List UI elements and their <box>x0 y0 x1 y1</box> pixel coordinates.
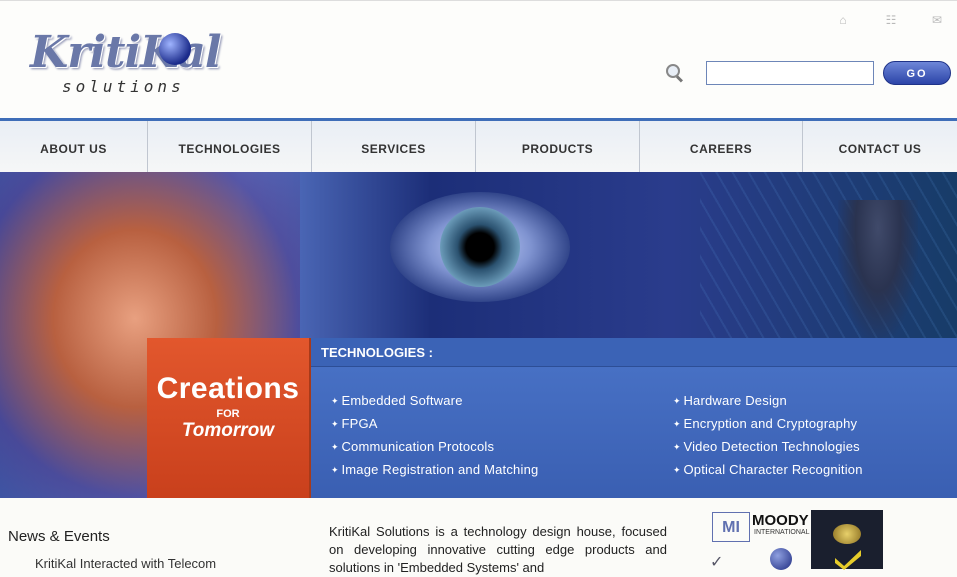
globe-icon <box>770 548 792 570</box>
hero-banner: Creations FOR Tomorrow TECHNOLOGIES : Em… <box>0 172 957 498</box>
creations-text: Creations <box>156 372 300 405</box>
logo-wordmark: KritiKal <box>30 27 222 78</box>
tech-link-ocr[interactable]: Optical Character Recognition <box>673 462 863 477</box>
site-header: KritiKal solutions ⌂ ☷ ✉ GO <box>0 0 957 119</box>
tech-link-communication-protocols[interactable]: Communication Protocols <box>331 439 494 454</box>
moody-subtitle: INTERNATIONAL <box>754 529 810 536</box>
nav-services[interactable]: SERVICES <box>312 121 476 174</box>
tech-link-video-detection[interactable]: Video Detection Technologies <box>673 439 860 454</box>
tick-icon <box>835 550 861 570</box>
tomorrow-text: Tomorrow <box>181 420 275 441</box>
tech-link-encryption[interactable]: Encryption and Cryptography <box>673 416 857 431</box>
creations-for-tomorrow-banner: Creations FOR Tomorrow <box>147 338 311 498</box>
news-events-heading: News & Events <box>8 528 110 545</box>
nav-products[interactable]: PRODUCTS <box>476 121 640 174</box>
technologies-title: TECHNOLOGIES : <box>321 345 433 360</box>
nav-contact-us[interactable]: CONTACT US <box>803 121 957 174</box>
technologies-panel: TECHNOLOGIES : Embedded Software FPGA Co… <box>311 338 957 498</box>
nav-careers[interactable]: CAREERS <box>640 121 803 174</box>
kritikal-logo[interactable]: KritiKal solutions <box>22 19 257 104</box>
logo-tagline: solutions <box>62 77 185 96</box>
crown-icon <box>833 524 861 544</box>
for-text: FOR <box>216 408 240 420</box>
tech-link-fpga[interactable]: FPGA <box>331 416 378 431</box>
moody-mark-icon: MI <box>712 512 750 542</box>
tech-link-hardware-design[interactable]: Hardware Design <box>673 393 787 408</box>
go-button[interactable]: GO <box>883 61 951 85</box>
tech-link-embedded-software[interactable]: Embedded Software <box>331 393 463 408</box>
checkmark-icon: ✓ <box>710 554 724 571</box>
moody-name: MOODY <box>752 512 809 529</box>
certification-logo[interactable]: ✓ <box>710 548 802 572</box>
search-icon <box>666 64 684 83</box>
hero-circuit-image <box>700 172 957 342</box>
globe-icon <box>159 33 191 65</box>
moody-international-logo[interactable]: MI MOODY INTERNATIONAL <box>712 510 810 544</box>
home-icon[interactable]: ⌂ <box>836 13 850 27</box>
sitemap-icon[interactable]: ☷ <box>884 13 898 27</box>
hero-figure-image <box>838 200 918 340</box>
main-nav: ABOUT US TECHNOLOGIES SERVICES PRODUCTS … <box>0 118 957 175</box>
search-input[interactable] <box>706 61 874 85</box>
nav-technologies[interactable]: TECHNOLOGIES <box>148 121 312 174</box>
tech-link-image-registration[interactable]: Image Registration and Matching <box>331 462 538 477</box>
crown-certification-badge[interactable] <box>811 510 883 570</box>
nav-about-us[interactable]: ABOUT US <box>0 121 148 174</box>
mail-icon[interactable]: ✉ <box>930 13 944 27</box>
